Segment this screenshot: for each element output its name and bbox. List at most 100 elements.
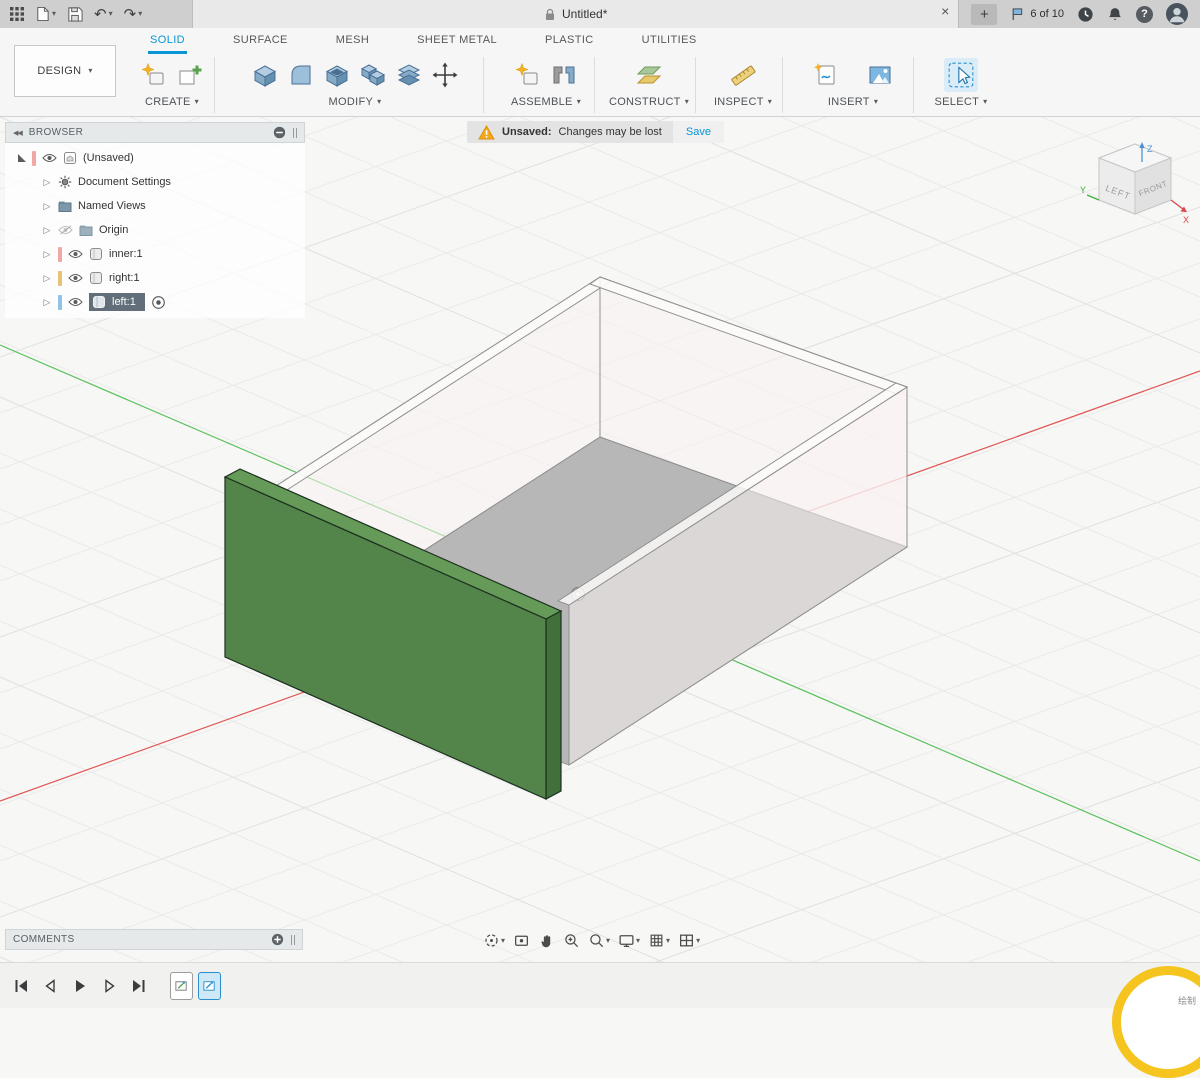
tree-item-label: (Unsaved) [83,152,134,164]
insert-decal-button[interactable] [862,62,898,88]
group-create-menu[interactable]: CREATE ▾ [145,96,199,108]
expand-circle-icon[interactable] [271,933,284,946]
notification-bell-icon[interactable] [1107,6,1123,23]
select-button[interactable] [944,58,978,92]
group-inspect-menu[interactable]: INSPECT ▾ [714,96,772,108]
clock-icon[interactable] [1077,6,1094,23]
press-pull-button[interactable] [247,62,283,88]
shell-button[interactable] [319,62,355,88]
combine-button[interactable] [355,62,391,88]
visibility-eye-icon[interactable] [42,153,57,163]
tree-item-document[interactable]: (Unsaved) [5,146,305,170]
new-component-button[interactable] [136,62,172,88]
dropdown-caret-icon: ▾ [52,10,56,18]
toolbar-separator [483,57,484,113]
look-at-button[interactable] [513,932,530,949]
browser-header[interactable]: ◀◀ BROWSER [5,122,305,143]
tree-item-inner[interactable]: ▷ inner:1 [5,242,305,266]
tab-plastic[interactable]: PLASTIC [543,31,596,54]
green-panel-side[interactable] [546,611,561,799]
save-link-button[interactable]: Save [673,121,724,143]
panel-grip[interactable] [293,128,297,138]
zoom-button[interactable]: ▾ [588,932,610,949]
x-axis-gnomon [1171,200,1183,209]
file-menu-button[interactable]: ▾ [35,6,56,22]
zoom-window-button[interactable] [563,932,580,949]
job-status-button[interactable]: 6 of 10 [1010,6,1064,22]
minimize-circle-icon[interactable] [273,126,286,139]
group-insert-menu[interactable]: INSERT ▾ [828,96,878,108]
fillet-button[interactable] [283,62,319,88]
insert-svg-button[interactable] [808,62,844,88]
visibility-eye-icon[interactable] [68,273,83,283]
visibility-eye-off-icon[interactable] [58,225,73,235]
expander-icon[interactable]: ▷ [42,297,52,308]
workspace-switcher[interactable]: DESIGN ▾ [14,45,116,97]
dropdown-caret-icon: ▾ [768,98,772,106]
tab-utilities[interactable]: UTILITIES [640,31,699,54]
selected-item-highlight[interactable]: left:1 [89,293,145,311]
tab-surface[interactable]: SURFACE [231,31,290,54]
visibility-eye-icon[interactable] [68,249,83,259]
expander-icon[interactable]: ▷ [42,249,52,260]
dropdown-caret-icon: ▾ [666,937,670,945]
undo-button[interactable]: ↶ ▾ [94,7,113,22]
dropdown-caret-icon: ▾ [983,98,987,106]
construct-plane-button[interactable] [631,62,667,88]
tree-item-named-views[interactable]: ▷ Named Views [5,194,305,218]
group-select-menu[interactable]: SELECT ▾ [935,96,988,108]
step-back-button[interactable] [43,979,59,993]
orbit-button[interactable]: ▾ [483,932,505,949]
step-forward-button[interactable] [101,979,117,993]
assemble-new-component-button[interactable] [510,62,546,88]
joint-button[interactable] [546,62,582,88]
collapse-panel-icon[interactable]: ◀◀ [13,129,22,137]
measure-button[interactable] [725,62,761,88]
move-copy-button[interactable] [427,62,463,88]
save-button[interactable] [67,6,83,22]
expander-icon[interactable]: ▷ [42,273,52,284]
go-to-start-button[interactable] [14,979,30,993]
tab-mesh[interactable]: MESH [334,31,371,54]
tab-sheet-metal[interactable]: SHEET METAL [415,31,499,54]
tree-item-left-selected[interactable]: ▷ left:1 [5,290,305,314]
timeline-feature-sketch[interactable] [170,972,193,1000]
tree-item-right[interactable]: ▷ right:1 [5,266,305,290]
comments-header[interactable]: COMMENTS [5,929,303,950]
toolbar-separator [782,57,783,113]
viewcube[interactable]: LEFT FRONT Z Y X [1080,138,1192,238]
help-button[interactable]: ? [1136,6,1153,23]
expander-icon[interactable]: ▷ [42,225,52,236]
new-tab-button[interactable]: + [971,4,997,25]
grid-settings-button[interactable]: ▾ [648,932,670,949]
tab-solid[interactable]: SOLID [148,31,187,54]
redo-button[interactable]: ↷ ▾ [124,7,143,22]
pan-hand-icon [538,932,555,949]
activate-component-radio-icon[interactable] [151,295,166,310]
pan-button[interactable] [538,932,555,949]
group-assemble-menu[interactable]: ASSEMBLE ▾ [511,96,581,108]
panel-grip[interactable] [291,935,295,945]
go-to-end-button[interactable] [130,979,146,993]
offset-face-button[interactable] [391,62,427,88]
app-launcher-button[interactable] [10,7,24,21]
group-modify-menu[interactable]: MODIFY ▾ [329,96,382,108]
visibility-eye-icon[interactable] [68,297,83,307]
display-settings-button[interactable]: ▾ [618,932,640,949]
group-construct-menu[interactable]: CONSTRUCT ▾ [609,96,689,108]
viewports-button[interactable]: ▾ [678,932,700,949]
document-tab[interactable]: Untitled* × [192,0,959,28]
expander-icon[interactable]: ▷ [42,201,52,212]
play-button[interactable] [72,979,88,993]
timeline-feature-sketch-selected[interactable] [198,972,221,1000]
close-tab-button[interactable]: × [941,4,949,18]
tree-item-label: Named Views [78,200,146,212]
tree-item-document-settings[interactable]: ▷ Document Settings [5,170,305,194]
dropdown-caret-icon: ▾ [501,937,505,945]
tree-item-origin[interactable]: ▷ Origin [5,218,305,242]
decal-image-icon [867,62,893,88]
create-sketch-button[interactable] [172,62,208,88]
group-modify: MODIFY ▾ [227,54,483,116]
user-avatar[interactable] [1166,3,1188,25]
expander-icon[interactable]: ▷ [42,177,52,188]
